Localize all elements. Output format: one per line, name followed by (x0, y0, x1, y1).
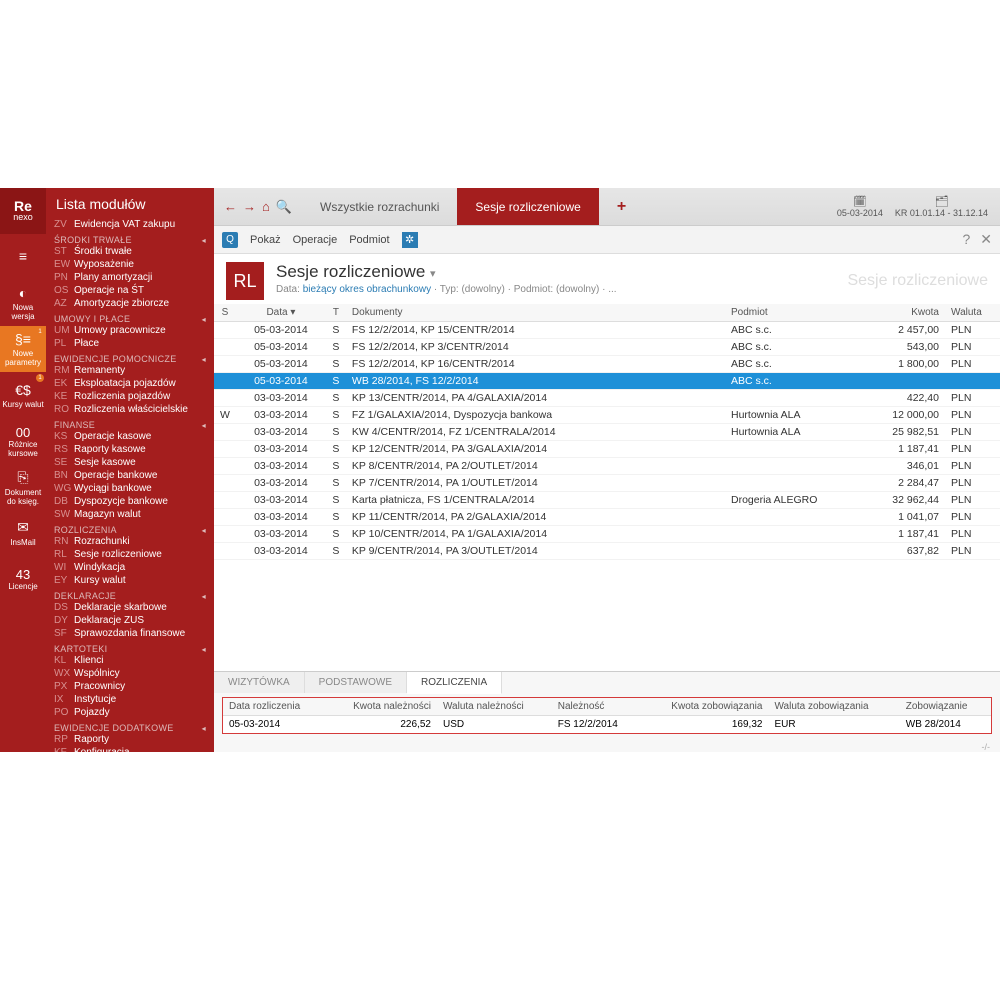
sidebar-group[interactable]: FINANSE (46, 418, 214, 430)
sidebar-item[interactable]: RORozliczenia właścicielskie (46, 403, 214, 416)
filter-summary[interactable]: Data: bieżący okres obrachunkowy · Typ: … (276, 284, 617, 295)
sidebar-item[interactable]: RLSesje rozliczeniowe (46, 548, 214, 561)
btn-ops[interactable]: Operacje (293, 234, 338, 246)
sidebar-item[interactable]: WXWspólnicy (46, 667, 214, 680)
sidebar-item[interactable]: EWWyposażenie (46, 258, 214, 271)
main-grid[interactable]: S Data ▾ T Dokumenty Podmiot Kwota Walut… (214, 304, 1000, 671)
table-row[interactable]: 05-03-2014SFS 12/2/2014, KP 16/CENTR/201… (214, 356, 1000, 373)
sidebar-item[interactable]: EKEksploatacja pojazdów (46, 377, 214, 390)
tab-sesje[interactable]: Sesje rozliczeniowe (457, 188, 598, 225)
leftbar-item[interactable]: ≡ (0, 234, 46, 280)
sidebar-item[interactable]: KLKlienci (46, 654, 214, 667)
sidebar-item[interactable]: SESesje kasowe (46, 456, 214, 469)
nav-fwd-icon[interactable]: → (243, 199, 256, 214)
sidebar-item[interactable]: WIWindykacja (46, 561, 214, 574)
sidebar-item[interactable]: RSRaporty kasowe (46, 443, 214, 456)
sidebar-group[interactable]: DEKLARACJE (46, 589, 214, 601)
table-row[interactable]: 03-03-2014SKP 12/CENTR/2014, PA 3/GALAXI… (214, 441, 1000, 458)
close-icon[interactable]: ✕ (980, 231, 992, 248)
leftbar-item[interactable]: ◐Nowa wersja (0, 280, 46, 326)
sidebar-group[interactable]: KARTOTEKI (46, 642, 214, 654)
status-text: -/- (214, 742, 1000, 752)
left-toolbar: Re nexo ≡◐Nowa wersja§≡Nowe parametry1€$… (0, 188, 46, 752)
sidebar-item[interactable]: STŚrodki trwałe (46, 245, 214, 258)
table-row[interactable]: 03-03-2014SKP 10/CENTR/2014, PA 1/GALAXI… (214, 526, 1000, 543)
toolbar: Q Pokaż Operacje Podmiot ✲ ? ✕ (214, 226, 1000, 254)
leftbar-item[interactable]: 00Różnice kursowe (0, 418, 46, 464)
btn-podmiot[interactable]: Podmiot (349, 234, 389, 246)
sidebar-item[interactable]: SWMagazyn walut (46, 508, 214, 521)
sidebar-group[interactable]: ROZLICZENIA (46, 523, 214, 535)
sidebar-group[interactable]: ŚRODKI TRWAŁE (46, 233, 214, 245)
btab-rozliczenia[interactable]: ROZLICZENIA (407, 672, 502, 694)
table-row[interactable]: 03-03-2014SKarta płatnicza, FS 1/CENTRAL… (214, 492, 1000, 509)
table-row[interactable]: 05-03-2014SFS 12/2/2014, KP 3/CENTR/2014… (214, 339, 1000, 356)
sidebar-group[interactable]: UMOWY I PŁACE (46, 312, 214, 324)
quick-search-icon[interactable]: Q (222, 232, 238, 248)
leftbar-item[interactable]: €$Kursy walut1 (0, 372, 46, 418)
table-row[interactable]: 03-03-2014SKP 7/CENTR/2014, PA 1/OUTLET/… (214, 475, 1000, 492)
sidebar-title: Lista modułów (46, 188, 214, 218)
sidebar-item[interactable]: BNOperacje bankowe (46, 469, 214, 482)
sidebar-item[interactable]: PLPłace (46, 337, 214, 350)
gear-icon[interactable]: ✲ (402, 232, 418, 248)
page-title[interactable]: Sesje rozliczeniowe ▾ (276, 262, 617, 282)
tab-all[interactable]: Wszystkie rozrachunki (302, 188, 457, 225)
module-sidebar: Lista modułów ZVEwidencja VAT zakupu ŚROD… (46, 188, 214, 752)
sidebar-item[interactable]: EYKursy walut (46, 574, 214, 587)
sidebar-item[interactable]: ZVEwidencja VAT zakupu (46, 218, 214, 231)
sidebar-item[interactable]: SFSprawozdania finansowe (46, 627, 214, 640)
header-date[interactable]: 🗓05-03-2014 (837, 195, 883, 218)
sidebar-item[interactable]: AZAmortyzacje zbiorcze (46, 297, 214, 310)
tab-add[interactable]: + (599, 188, 644, 225)
header-period[interactable]: 🗂KR 01.01.14 - 31.12.14 (895, 195, 988, 218)
sidebar-item[interactable]: KERozliczenia pojazdów (46, 390, 214, 403)
nav-back-icon[interactable]: ← (224, 199, 237, 214)
btn-show[interactable]: Pokaż (250, 234, 281, 246)
sidebar-item[interactable]: KFKonfiguracja (46, 746, 214, 752)
btab-wizytowka[interactable]: WIZYTÓWKA (214, 672, 305, 693)
table-row[interactable]: 03-03-2014SKP 9/CENTR/2014, PA 3/OUTLET/… (214, 543, 1000, 560)
sidebar-item[interactable]: DBDyspozycje bankowe (46, 495, 214, 508)
leftbar-item[interactable]: ✉InsMail (0, 510, 46, 556)
sidebar-group[interactable]: EWIDENCJE POMOCNICZE (46, 352, 214, 364)
table-row[interactable]: 03-03-2014SKP 8/CENTR/2014, PA 2/OUTLET/… (214, 458, 1000, 475)
btab-podstawowe[interactable]: PODSTAWOWE (305, 672, 407, 693)
sidebar-item[interactable]: POPojazdy (46, 706, 214, 719)
table-row[interactable]: 03-03-2014SKP 13/CENTR/2014, PA 4/GALAXI… (214, 390, 1000, 407)
sidebar-group[interactable]: EWIDENCJE DODATKOWE (46, 721, 214, 733)
sidebar-item[interactable]: OSOperacje na ŚT (46, 284, 214, 297)
leftbar-item[interactable]: 43Licencje (0, 556, 46, 602)
table-row[interactable]: W03-03-2014SFZ 1/GALAXIA/2014, Dyspozycj… (214, 407, 1000, 424)
sidebar-item[interactable]: IXInstytucje (46, 693, 214, 706)
watermark: Sesje rozliczeniowe (847, 272, 988, 290)
brand-logo: Re nexo (0, 188, 46, 234)
sidebar-item[interactable]: DSDeklaracje skarbowe (46, 601, 214, 614)
table-row[interactable]: 03-03-2014SKW 4/CENTR/2014, FZ 1/CENTRAL… (214, 424, 1000, 441)
sidebar-item[interactable]: RMRemanenty (46, 364, 214, 377)
nav-search-icon[interactable]: 🔍 (276, 199, 292, 215)
sidebar-item[interactable]: KSOperacje kasowe (46, 430, 214, 443)
detail-grid[interactable]: Data rozliczeniaKwota należności Waluta … (222, 697, 992, 734)
sidebar-item[interactable]: RPRaporty (46, 733, 214, 746)
help-icon[interactable]: ? (962, 231, 970, 248)
sidebar-item[interactable]: UMUmowy pracownicze (46, 324, 214, 337)
table-row[interactable]: 05-03-2014SWB 28/2014, FS 12/2/2014ABC s… (214, 373, 1000, 390)
leftbar-item[interactable]: ⎘Dokument do księg. (0, 464, 46, 510)
sidebar-item[interactable]: DYDeklaracje ZUS (46, 614, 214, 627)
sidebar-item[interactable]: WGWyciągi bankowe (46, 482, 214, 495)
table-row[interactable]: 05-03-2014SFS 12/2/2014, KP 15/CENTR/201… (214, 322, 1000, 339)
leftbar-item[interactable]: §≡Nowe parametry1 (0, 326, 46, 372)
module-badge: RL (226, 262, 264, 300)
tab-bar: ← → ⌂ 🔍 Wszystkie rozrachunki Sesje rozl… (214, 188, 1000, 226)
sidebar-item[interactable]: PXPracownicy (46, 680, 214, 693)
chevron-down-icon: ▾ (430, 268, 436, 280)
sidebar-item[interactable]: RNRozrachunki (46, 535, 214, 548)
table-row[interactable]: 03-03-2014SKP 11/CENTR/2014, PA 2/GALAXI… (214, 509, 1000, 526)
detail-row: 05-03-2014226,52 USDFS 12/2/2014 169,32E… (223, 716, 991, 734)
sidebar-item[interactable]: PNPlany amortyzacji (46, 271, 214, 284)
nav-home-icon[interactable]: ⌂ (262, 199, 270, 214)
